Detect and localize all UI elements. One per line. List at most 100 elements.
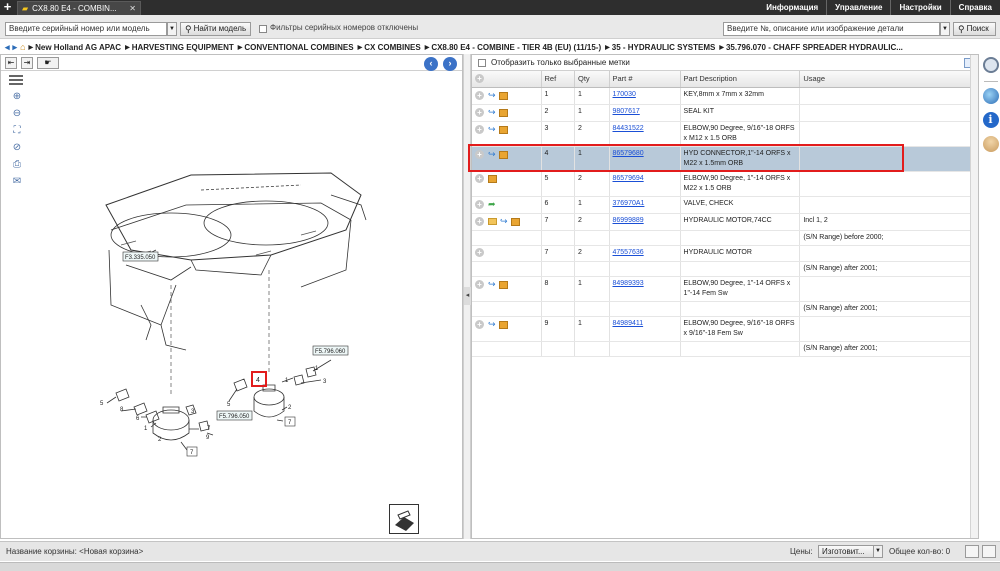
package-icon[interactable]: [498, 125, 508, 134]
part-link[interactable]: 84989411: [613, 320, 644, 327]
tab-active[interactable]: ▰ CX8.80 E4 - COMBIN... ✕: [17, 1, 141, 15]
link-icon[interactable]: ↪: [488, 90, 496, 100]
ref-label: 1: [144, 426, 148, 432]
table-row-usage: (S/N Range) after 2001;: [472, 301, 978, 317]
breadcrumb-item[interactable]: CX8.80 E4 - COMBINE - TIER 4B (EU) (11/1…: [431, 43, 601, 52]
table-row[interactable]: + 5 2 86579694 ELBOW,90 Degree, 1"-14 OR…: [472, 171, 978, 197]
link-icon[interactable]: ↪: [488, 107, 496, 117]
link-icon[interactable]: ↪: [488, 124, 496, 134]
serial-input[interactable]: Введите серийный номер или модель: [5, 22, 167, 36]
menu-help[interactable]: Справка: [949, 0, 1000, 15]
search-button[interactable]: ⚲ Поиск: [953, 22, 996, 36]
part-link[interactable]: 86579680: [613, 150, 644, 157]
table-row[interactable]: + ↪ 1 1 170030 KEY,8mm x 7mm x 32mm: [472, 87, 978, 105]
package-icon[interactable]: [510, 217, 520, 226]
back-icon[interactable]: ◂: [5, 42, 10, 53]
menu-settings[interactable]: Настройки: [890, 0, 949, 15]
add-icon[interactable]: +: [475, 149, 484, 159]
breadcrumb-item[interactable]: 35.796.070 - CHAFF SPREADER HYDRAULIC...: [726, 43, 903, 52]
package-icon[interactable]: [498, 108, 508, 117]
forward-icon[interactable]: ▸: [13, 42, 18, 53]
table-row[interactable]: + 7 2 47557636 HYDRAULIC MOTOR: [472, 245, 978, 262]
col-icons: +: [472, 71, 542, 88]
col-usage[interactable]: Usage: [799, 71, 978, 88]
add-icon[interactable]: +: [475, 216, 484, 226]
col-ref[interactable]: Ref: [541, 71, 576, 88]
new-tab-button[interactable]: +: [0, 0, 15, 15]
part-link[interactable]: 376970A1: [613, 200, 645, 207]
prices-select[interactable]: Изготовит...: [818, 545, 874, 558]
part-search-input[interactable]: Введите №, описание или изображение дета…: [723, 22, 940, 36]
collapse-icon[interactable]: ◂: [464, 287, 471, 305]
ref-label: 1: [315, 366, 319, 372]
package-icon[interactable]: [488, 174, 497, 183]
breadcrumb-item[interactable]: CX COMBINES: [364, 43, 420, 52]
part-link[interactable]: 170030: [613, 91, 636, 98]
col-description[interactable]: Part Description: [680, 71, 801, 88]
parts-scrollbar[interactable]: [970, 55, 978, 538]
breadcrumb-item[interactable]: HARVESTING EQUIPMENT: [132, 43, 234, 52]
add-icon[interactable]: +: [475, 90, 484, 100]
info-icon[interactable]: i: [982, 112, 999, 128]
col-part[interactable]: Part #: [609, 71, 681, 88]
table-row-selected[interactable]: + ↪ 4 1 86579680 HYD CONNECTOR,1"-14 ORFS…: [472, 146, 978, 172]
part-link[interactable]: 9807617: [613, 108, 640, 115]
bottom-strip: [0, 562, 1000, 571]
export-icon[interactable]: [982, 545, 996, 558]
globe-icon[interactable]: [982, 88, 999, 104]
package-icon[interactable]: [498, 280, 508, 289]
close-tab-icon[interactable]: ✕: [129, 4, 136, 13]
link-icon[interactable]: ↪: [500, 216, 508, 226]
prices-dropdown-icon[interactable]: ▼: [873, 545, 883, 558]
basket-name[interactable]: <Новая корзина>: [79, 547, 143, 556]
package-icon[interactable]: [498, 150, 508, 159]
replacement-arrow-icon[interactable]: ➦: [488, 199, 496, 209]
table-row[interactable]: + ↪ 7 2 86999889 HYDRAULIC MOTOR,74CC Inc…: [472, 213, 978, 231]
breadcrumb-item[interactable]: CONVENTIONAL COMBINES: [244, 43, 353, 52]
part-link[interactable]: 86999889: [613, 217, 644, 224]
add-icon[interactable]: +: [475, 124, 484, 134]
package-icon[interactable]: [498, 91, 508, 100]
col-qty[interactable]: Qty: [574, 71, 610, 88]
parts-diagram[interactable]: F3.335.050 F5.796.050 F5.796.060 7 7 5 8…: [1, 55, 464, 540]
table-row[interactable]: + ↪ 9 1 84989411 ELBOW,90 Degree, 9/16"-1…: [472, 316, 978, 342]
panel-splitter[interactable]: ◂: [463, 54, 471, 539]
table-row[interactable]: + ↪ 8 1 84989393 ELBOW,90 Degree, 1"-14 O…: [472, 276, 978, 302]
menu-manage[interactable]: Управление: [826, 0, 890, 15]
package-icon[interactable]: [498, 320, 508, 329]
part-search-dropdown-icon[interactable]: ▼: [940, 22, 950, 36]
add-icon[interactable]: +: [475, 107, 484, 117]
menu-info[interactable]: Информация: [758, 0, 826, 15]
show-selected-checkbox[interactable]: [478, 58, 486, 67]
home-icon[interactable]: ⌂: [20, 42, 25, 52]
breadcrumb-sep-icon: ▶: [28, 44, 34, 51]
part-link[interactable]: 47557636: [613, 249, 644, 256]
link-icon[interactable]: ↪: [488, 279, 496, 289]
add-icon[interactable]: +: [475, 173, 484, 183]
ref-label: 7: [207, 426, 211, 432]
link-icon[interactable]: ↪: [488, 319, 496, 329]
user-icon[interactable]: [982, 136, 999, 152]
table-row[interactable]: + ↪ 3 2 84431522 ELBOW,90 Degree, 9/16"-1…: [472, 121, 978, 147]
expand-all-icon[interactable]: +: [475, 74, 484, 84]
breadcrumb-item[interactable]: 35 - HYDRAULIC SYSTEMS: [612, 43, 716, 52]
table-row[interactable]: + ↪ 2 1 9807617 SEAL KIT: [472, 104, 978, 122]
find-model-button[interactable]: ⚲ Найти модель: [180, 22, 252, 36]
part-link[interactable]: 86579694: [613, 175, 644, 182]
magnifier-icon[interactable]: [982, 57, 999, 73]
serial-filter-checkbox[interactable]: [259, 25, 267, 33]
add-icon[interactable]: +: [475, 319, 484, 329]
serial-dropdown-icon[interactable]: ▼: [167, 22, 177, 36]
ref-label: 9: [206, 435, 210, 441]
basket-icon[interactable]: [965, 545, 979, 558]
table-row[interactable]: + ➦ 6 1 376970A1 VALVE, CHECK: [472, 196, 978, 214]
breadcrumb-item[interactable]: New Holland AG APAC: [35, 43, 121, 52]
add-icon[interactable]: +: [475, 247, 484, 257]
folder-icon[interactable]: [488, 218, 497, 226]
breadcrumb-sep-icon: ▶: [605, 44, 610, 51]
add-icon[interactable]: +: [475, 279, 484, 289]
part-link[interactable]: 84431522: [613, 125, 644, 132]
add-icon[interactable]: +: [475, 199, 484, 209]
part-link[interactable]: 84989393: [613, 280, 644, 287]
link-icon[interactable]: ↪: [488, 149, 496, 159]
